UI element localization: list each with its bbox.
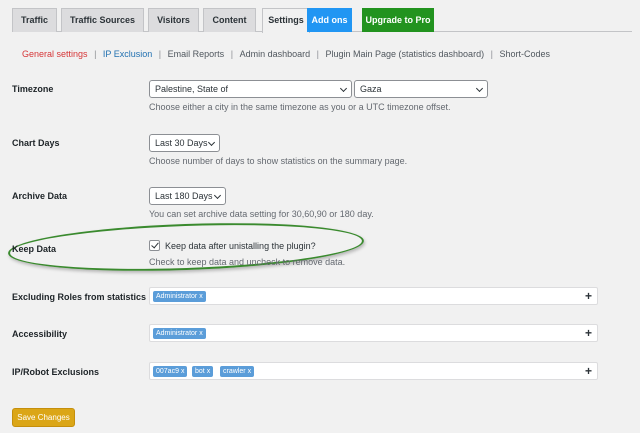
tab-content[interactable]: Content: [203, 8, 256, 32]
exclusion-tag: 007ac9 x: [153, 366, 188, 377]
subnav-separator: |: [490, 49, 493, 59]
exclusion-tag: bot x: [192, 366, 214, 377]
tag-text: bot: [195, 368, 205, 375]
tag-text: Administrator: [156, 293, 198, 300]
subnav-separator: |: [316, 49, 319, 59]
chevron-down-icon: [339, 84, 348, 93]
subnav-email-reports[interactable]: Email Reports: [168, 49, 225, 59]
tab-traffic[interactable]: Traffic: [12, 8, 57, 32]
nav-tabs: Traffic Traffic Sources Visitors Content…: [12, 8, 632, 33]
keep-data-label: Keep Data: [12, 244, 57, 254]
archive-data-select[interactable]: Last 180 Days: [149, 187, 226, 205]
subnav-separator: |: [230, 49, 234, 59]
role-tag: Administrator x: [153, 328, 206, 339]
tab-visitors[interactable]: Visitors: [148, 8, 199, 32]
save-changes-button[interactable]: Save Changes: [12, 408, 75, 427]
chart-days-description: Choose number of days to show statistics…: [149, 156, 408, 166]
subnav-general-settings[interactable]: General settings: [22, 49, 88, 59]
remove-tag-icon[interactable]: x: [199, 330, 203, 337]
subnav-short-codes[interactable]: Short-Codes: [499, 49, 550, 59]
timezone-city-value: Gaza: [360, 84, 382, 94]
ip-exclusions-label: IP/Robot Exclusions: [12, 367, 100, 377]
accessibility-input[interactable]: Administrator x +: [149, 324, 598, 342]
timezone-description: Choose either a city in the same timezon…: [149, 102, 451, 112]
tab-add-ons[interactable]: Add ons: [307, 8, 352, 32]
timezone-region-select[interactable]: Palestine, State of: [149, 80, 352, 98]
subnav-ip-exclusion[interactable]: IP Exclusion: [103, 49, 152, 59]
subnav-admin-dashboard[interactable]: Admin dashboard: [240, 49, 311, 59]
checkmark-icon: [151, 240, 159, 249]
role-tag: Administrator x: [153, 291, 206, 302]
excluding-roles-label: Excluding Roles from statistics: [12, 292, 147, 302]
timezone-city-select[interactable]: Gaza: [354, 80, 488, 98]
archive-data-label: Archive Data: [12, 191, 68, 201]
chevron-down-icon: [213, 191, 222, 200]
remove-tag-icon[interactable]: x: [248, 368, 252, 375]
timezone-label: Timezone: [12, 84, 54, 94]
tab-traffic-sources[interactable]: Traffic Sources: [61, 8, 144, 32]
chart-days-select[interactable]: Last 30 Days: [149, 134, 220, 152]
tab-settings[interactable]: Settings: [262, 8, 310, 33]
tab-upgrade-to-pro[interactable]: Upgrade to Pro: [362, 8, 434, 32]
archive-data-value: Last 180 Days: [155, 191, 213, 201]
remove-tag-icon[interactable]: x: [199, 293, 203, 300]
subnav-separator: |: [158, 49, 162, 59]
add-icon[interactable]: +: [585, 326, 592, 340]
add-icon[interactable]: +: [585, 289, 592, 303]
tag-text: 007ac9: [156, 368, 179, 375]
subnav-plugin-main-page[interactable]: Plugin Main Page (statistics dashboard): [325, 49, 484, 59]
archive-data-description: You can set archive data setting for 30,…: [149, 209, 374, 219]
keep-data-checkbox-label[interactable]: Keep data after unistalling the plugin?: [165, 241, 316, 251]
tag-text: crawler: [223, 368, 246, 375]
timezone-region-value: Palestine, State of: [155, 84, 229, 94]
keep-data-description: Check to keep data and uncheck to remove…: [149, 257, 346, 267]
accessibility-label: Accessibility: [12, 329, 68, 339]
exclusion-tag: crawler x: [220, 366, 255, 377]
add-icon[interactable]: +: [585, 364, 592, 378]
subnav-separator: |: [94, 49, 97, 59]
tag-text: Administrator: [156, 330, 198, 337]
remove-tag-icon[interactable]: x: [181, 368, 185, 375]
excluding-roles-input[interactable]: Administrator x +: [149, 287, 598, 305]
chart-days-value: Last 30 Days: [155, 138, 208, 148]
ip-exclusions-input[interactable]: 007ac9 x bot x crawler x +: [149, 362, 598, 380]
keep-data-checkbox[interactable]: [149, 240, 160, 251]
chart-days-label: Chart Days: [12, 138, 60, 148]
settings-subnav: General settings | IP Exclusion | Email …: [22, 49, 550, 59]
chevron-down-icon: [207, 138, 216, 147]
remove-tag-icon[interactable]: x: [207, 368, 211, 375]
chevron-down-icon: [475, 84, 484, 93]
